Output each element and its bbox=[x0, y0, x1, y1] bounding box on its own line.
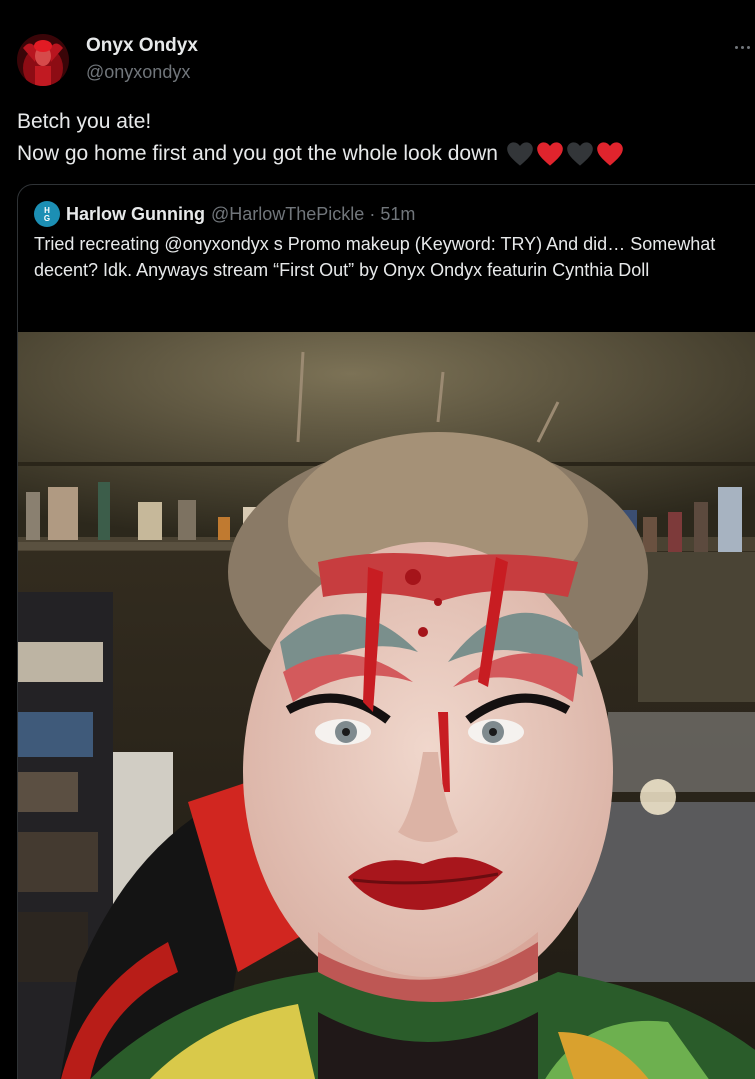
tweet-text-line-content: Now go home first and you got the whole … bbox=[17, 142, 498, 165]
more-options-icon[interactable] bbox=[729, 38, 755, 56]
svg-text:G: G bbox=[44, 214, 50, 223]
quote-text: Tried recreating @onyxondyx s Promo make… bbox=[34, 234, 716, 280]
author-handle[interactable]: @onyxondyx bbox=[86, 62, 190, 83]
quote-header: H G Harlow Gunning @HarlowThePickle · 51… bbox=[34, 201, 415, 227]
tweet-text-line: Betch you ate! bbox=[17, 110, 152, 133]
quote-author-name[interactable]: Harlow Gunning bbox=[66, 204, 205, 225]
author-name[interactable]: Onyx Ondyx bbox=[86, 35, 198, 57]
quoted-tweet[interactable]: H G Harlow Gunning @HarlowThePickle · 51… bbox=[17, 184, 755, 1079]
red-heart-icon bbox=[597, 142, 623, 166]
tweet-text-line: Now go home first and you got the whole … bbox=[17, 138, 747, 170]
red-heart-icon bbox=[537, 142, 563, 166]
black-heart-icon bbox=[567, 142, 593, 166]
quote-author-avatar[interactable]: H G bbox=[34, 201, 60, 227]
quote-timestamp[interactable]: 51m bbox=[380, 204, 415, 225]
separator-dot: · bbox=[369, 203, 376, 224]
tweet: Onyx Ondyx @onyxondyx Betch you ate! Now… bbox=[0, 0, 755, 1079]
quote-photo[interactable] bbox=[18, 332, 755, 1079]
quote-author-handle[interactable]: @HarlowThePickle bbox=[211, 204, 364, 225]
author-avatar[interactable] bbox=[17, 34, 69, 86]
black-heart-icon bbox=[507, 142, 533, 166]
tweet-text: Betch you ate! Now go home first and you… bbox=[17, 106, 747, 170]
